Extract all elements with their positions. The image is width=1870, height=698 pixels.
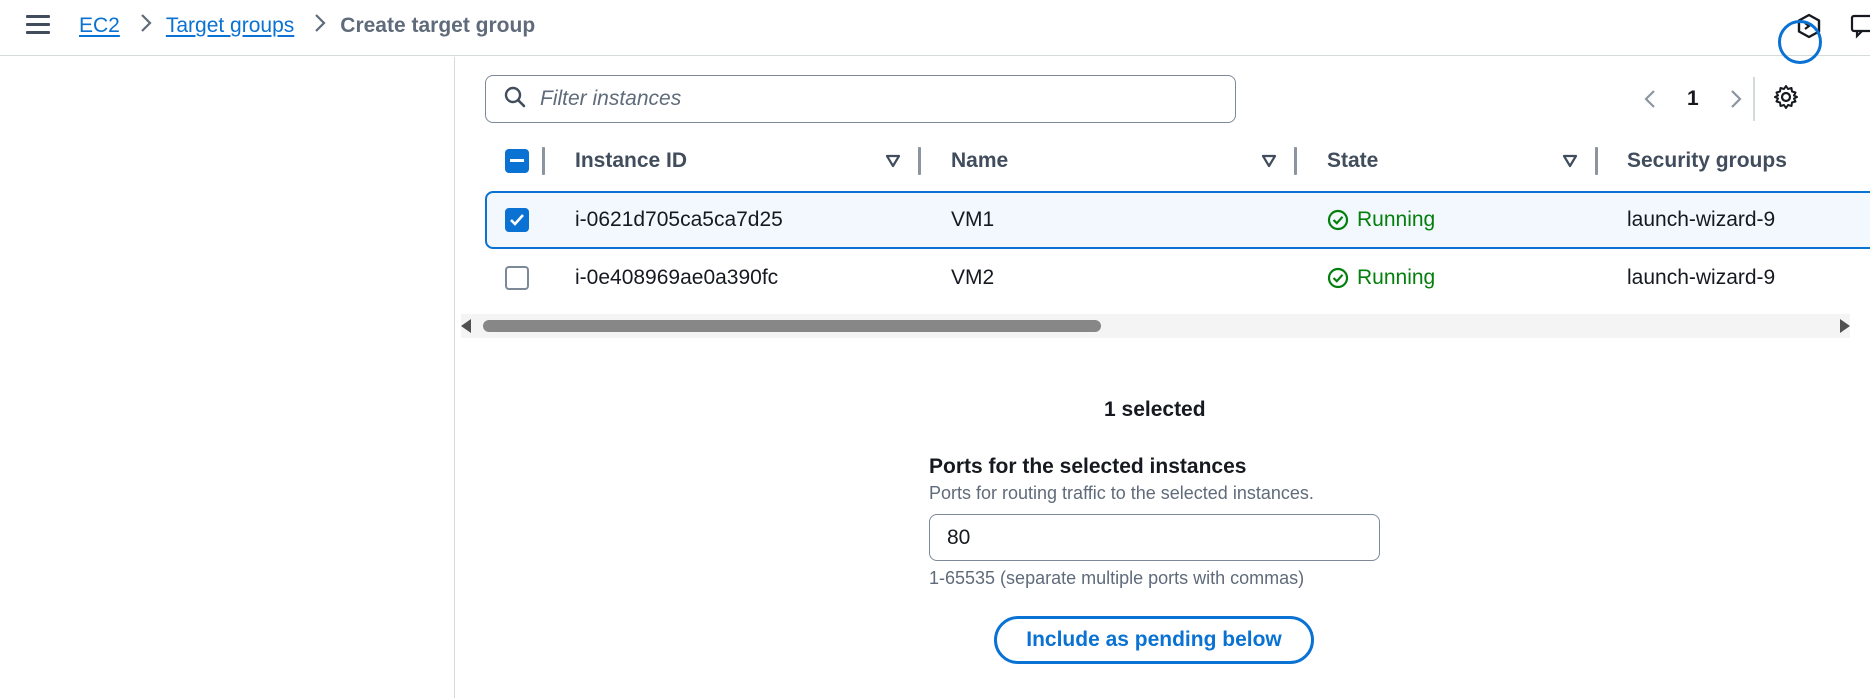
- selected-count: 1 selected: [1104, 398, 1206, 421]
- chevron-right-icon: [140, 13, 152, 39]
- breadcrumb-target-groups[interactable]: Target groups: [166, 13, 294, 39]
- filter-instances[interactable]: [485, 75, 1236, 123]
- status-success-icon: [1327, 209, 1349, 231]
- table-header: Instance ID Name State Security groups: [485, 136, 1870, 186]
- breadcrumb: EC2 Target groups Create target group: [79, 13, 535, 39]
- column-divider[interactable]: [918, 147, 921, 175]
- ports-input[interactable]: [929, 514, 1380, 561]
- sort-down-icon[interactable]: [885, 154, 901, 168]
- state-label: Running: [1357, 208, 1436, 231]
- top-bar: EC2 Target groups Create target group: [0, 0, 1870, 56]
- breadcrumb-current: Create target group: [340, 14, 536, 37]
- state-cell: Running: [1327, 249, 1435, 307]
- include-as-pending-button[interactable]: Include as pending below: [994, 616, 1314, 664]
- row-checkbox-cell: [505, 249, 529, 307]
- chevron-right-icon: [314, 13, 326, 39]
- row-checkbox[interactable]: [505, 208, 529, 232]
- scrollbar-thumb[interactable]: [483, 320, 1101, 332]
- scroll-right-arrow[interactable]: [1840, 319, 1850, 333]
- row-checkbox[interactable]: [505, 266, 529, 290]
- page-number[interactable]: 1: [1687, 87, 1699, 111]
- chevron-left-icon[interactable]: [1643, 88, 1657, 110]
- side-panel: [0, 57, 455, 698]
- column-header-state[interactable]: State: [1327, 136, 1378, 186]
- name-cell: VM2: [951, 266, 995, 289]
- chevron-right-icon[interactable]: [1729, 88, 1743, 110]
- sort-down-icon[interactable]: [1261, 154, 1277, 168]
- ports-label: Ports for the selected instances: [929, 455, 1247, 478]
- column-header-instance-id[interactable]: Instance ID: [575, 136, 687, 186]
- table-row[interactable]: i-0e408969ae0a390fc VM2 Running launch-w…: [485, 249, 1870, 307]
- status-success-icon: [1327, 267, 1349, 289]
- column-divider[interactable]: [1294, 147, 1297, 175]
- filter-input[interactable]: [540, 87, 1190, 111]
- instance-id-cell: i-0e408969ae0a390fc: [575, 266, 779, 289]
- breadcrumb-ec2[interactable]: EC2: [79, 13, 120, 39]
- menu-icon[interactable]: [26, 15, 50, 35]
- column-header-security-groups[interactable]: Security groups: [1627, 136, 1787, 186]
- sort-down-icon[interactable]: [1562, 154, 1578, 168]
- search-icon: [504, 86, 526, 113]
- ports-description: Ports for routing traffic to the selecte…: [929, 483, 1314, 503]
- pagination: 1: [1643, 77, 1799, 121]
- column-divider[interactable]: [1595, 147, 1598, 175]
- security-groups-cell: launch-wizard-9: [1627, 266, 1776, 289]
- state-cell: Running: [1327, 193, 1435, 247]
- column-divider: [542, 147, 545, 175]
- select-all-checkbox[interactable]: [505, 149, 529, 173]
- ports-hint: 1-65535 (separate multiple ports with co…: [929, 568, 1305, 588]
- pager-divider: [1752, 77, 1755, 121]
- column-header-name[interactable]: Name: [951, 136, 1008, 186]
- instances-table: Instance ID Name State Security groups i…: [485, 136, 1870, 290]
- table-row[interactable]: i-0621d705ca5ca7d25 VM1 Running launch-w…: [485, 191, 1870, 249]
- security-groups-cell: launch-wizard-9: [1627, 208, 1776, 231]
- scroll-left-arrow[interactable]: [461, 319, 471, 333]
- row-checkbox-cell: [505, 193, 529, 247]
- instance-id-cell: i-0621d705ca5ca7d25: [575, 208, 783, 231]
- state-label: Running: [1357, 266, 1436, 289]
- feedback-icon[interactable]: [1850, 13, 1870, 39]
- gear-icon[interactable]: [1773, 84, 1799, 115]
- horizontal-scrollbar[interactable]: [461, 314, 1850, 338]
- info-circle-icon: [1778, 20, 1822, 64]
- name-cell: VM1: [951, 208, 995, 231]
